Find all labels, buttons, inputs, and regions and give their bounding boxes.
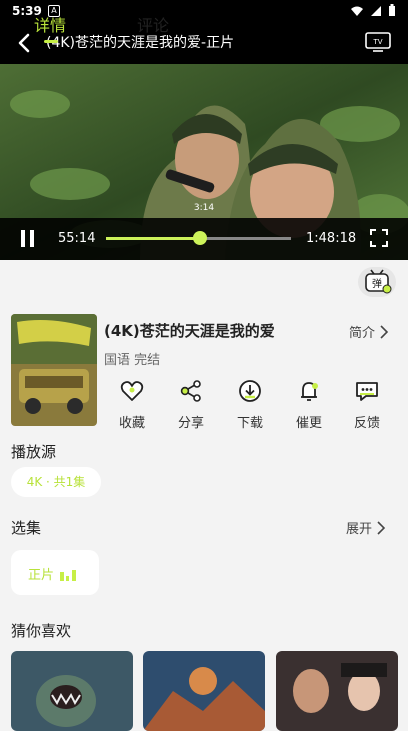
urge-update-label: 催更 [295, 416, 322, 431]
recommend-card-2[interactable] [143, 651, 265, 731]
pause-icon [21, 230, 25, 247]
share-button[interactable]: 分享 [169, 378, 213, 431]
recommend-thumbnail [276, 651, 398, 731]
status-icons [350, 4, 396, 17]
heart-icon [120, 381, 144, 401]
tv-label: TV [372, 38, 382, 46]
battery-icon [389, 4, 395, 16]
chevron-right-icon [380, 324, 389, 339]
episodes-title: 选集 [11, 519, 42, 537]
movie-title: (4K)苍茫的天涯是我的爱 [104, 322, 275, 340]
intro-link[interactable]: 简介 [349, 322, 389, 341]
subtitle-text: 3:14 [193, 203, 215, 213]
total-time: 1:48:18 [306, 231, 357, 246]
tab-detail[interactable]: 详情 [34, 12, 66, 36]
share-label: 分享 [177, 416, 204, 431]
danmaku-label: 弹 [372, 277, 382, 290]
playing-bars-icon [60, 570, 76, 581]
player-controls: 55:14 1:48:18 [0, 218, 408, 260]
download-icon [239, 380, 261, 402]
source-title: 播放源 [11, 443, 57, 461]
favorite-button[interactable]: 收藏 [110, 378, 154, 431]
episode-label: 正片 [28, 568, 55, 583]
fullscreen-icon[interactable] [370, 229, 388, 247]
chevron-right-icon [377, 520, 386, 535]
feedback-label: 反馈 [353, 416, 380, 431]
tab-bar [0, 260, 408, 306]
feedback-button[interactable]: 反馈 [345, 378, 389, 431]
recommend-card-3[interactable] [276, 651, 398, 731]
favorite-label: 收藏 [118, 416, 145, 431]
download-label: 下载 [236, 416, 263, 431]
recommend-thumbnail [143, 651, 265, 731]
tab-indicator [44, 40, 58, 43]
download-button[interactable]: 下载 [228, 378, 272, 431]
recommend-thumbnail [11, 651, 133, 731]
poster-image [11, 314, 97, 426]
bell-icon [301, 382, 318, 401]
expand-link[interactable]: 展开 [346, 518, 386, 537]
source-chip[interactable]: 4K · 共1集 [11, 467, 101, 497]
movie-meta: 国语 完结 [104, 353, 161, 368]
pause-icon-bar [30, 230, 34, 247]
movie-poster [11, 314, 97, 426]
signal-icon [371, 5, 381, 16]
progress-played [106, 237, 201, 240]
danmaku-icon: 弹 [365, 269, 392, 294]
recommend-card-1[interactable] [11, 651, 133, 731]
expand-label: 展开 [346, 522, 373, 537]
recommend-title: 猜你喜欢 [11, 622, 72, 640]
episode-chip[interactable]: 正片 [11, 550, 99, 595]
danmaku-button[interactable]: 弹 [358, 267, 396, 297]
wifi-icon [351, 6, 363, 16]
pause-button[interactable] [18, 229, 38, 249]
current-time: 55:14 [58, 231, 96, 246]
share-icon [180, 380, 201, 402]
progress-knob[interactable] [193, 231, 208, 245]
tv-cast-icon[interactable]: TV [364, 30, 392, 54]
feedback-icon [356, 382, 378, 401]
progress-bar[interactable] [106, 231, 291, 245]
tab-comments[interactable]: 评论 [137, 12, 169, 36]
urge-update-button[interactable]: 催更 [287, 378, 331, 431]
intro-label: 简介 [349, 326, 376, 341]
